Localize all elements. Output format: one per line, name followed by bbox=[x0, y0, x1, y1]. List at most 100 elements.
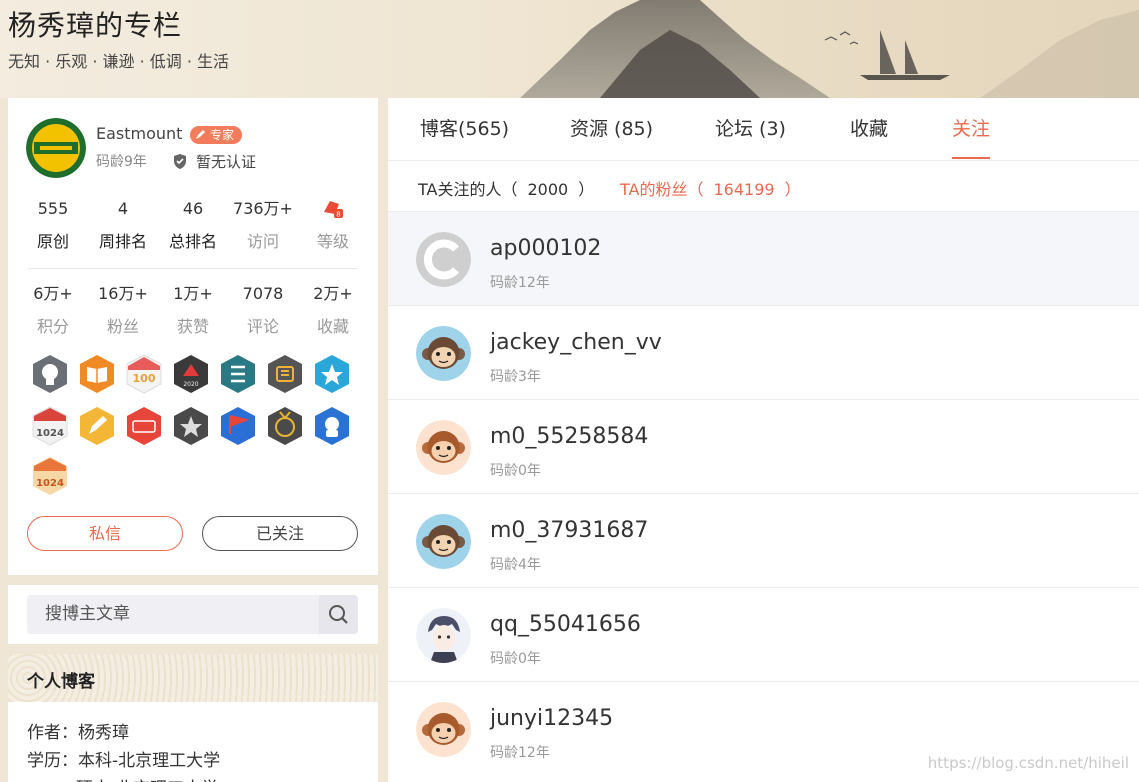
fans-count: 164199 bbox=[713, 180, 775, 199]
header-banner: 杨秀璋的专栏 无知 · 乐观 · 谦逊 · 低调 · 生活 bbox=[0, 0, 1139, 98]
tab-forum[interactable]: 论坛 (3) bbox=[715, 114, 786, 158]
badge-row-2: 1024 bbox=[30, 406, 360, 446]
stat-label: 原创 bbox=[36, 232, 69, 251]
tab-following[interactable]: 关注 bbox=[952, 114, 991, 159]
following-count: 2000 bbox=[527, 180, 569, 199]
stat-value: 7078 bbox=[242, 284, 284, 303]
subtab-following-suffix: ） bbox=[578, 180, 595, 199]
search-button[interactable] bbox=[319, 595, 358, 634]
hundred-badge-icon[interactable]: 100 bbox=[124, 354, 164, 394]
expert-badge: 专家 bbox=[190, 126, 243, 144]
2020-badge-icon[interactable]: 2020 bbox=[171, 354, 211, 394]
stat-favorites: 2万+ 收藏 bbox=[298, 283, 368, 337]
1024-badge-icon[interactable]: 1024 bbox=[30, 406, 70, 446]
expert-badge-label: 专家 bbox=[210, 128, 235, 142]
dark-star-badge-icon[interactable] bbox=[171, 406, 211, 446]
stat-original[interactable]: 555 原创 bbox=[18, 198, 88, 252]
csdn-logo-icon bbox=[416, 232, 471, 287]
user-avatar[interactable] bbox=[416, 326, 471, 381]
user-name[interactable]: m0_55258584 bbox=[490, 424, 648, 449]
stat-weekly-rank[interactable]: 4 周排名 bbox=[88, 198, 158, 252]
stat-label: 周排名 bbox=[98, 232, 147, 251]
medal-badge-icon[interactable] bbox=[265, 406, 305, 446]
column-badge-icon[interactable] bbox=[265, 354, 305, 394]
list-badge-icon[interactable] bbox=[218, 354, 258, 394]
search-icon bbox=[329, 605, 348, 624]
monkey-avatar-icon bbox=[416, 326, 471, 381]
list-item[interactable]: m0_37931687 码龄4年 bbox=[388, 493, 1139, 587]
stat-value: 6万+ bbox=[33, 284, 73, 303]
user-coding-age: 码龄3年 bbox=[490, 369, 541, 385]
tab-resources[interactable]: 资源 (85) bbox=[570, 114, 653, 158]
profile-avatar[interactable] bbox=[26, 118, 86, 178]
list-item[interactable]: m0_55258584 码龄0年 bbox=[388, 399, 1139, 493]
tab-blog[interactable]: 博客(565) bbox=[420, 114, 509, 158]
blog-card-title: 个人博客 bbox=[27, 672, 95, 692]
author-line: 作者：杨秀璋 bbox=[27, 723, 129, 743]
stat-label: 粉丝 bbox=[106, 317, 139, 336]
subtab-fans[interactable]: TA的粉丝（ 164199 ） bbox=[620, 176, 801, 200]
star-badge-icon[interactable] bbox=[312, 354, 352, 394]
user-avatar[interactable] bbox=[416, 232, 471, 287]
list-item[interactable]: qq_55041656 码龄0年 bbox=[388, 587, 1139, 681]
profile-card: Eastmount 专家 码龄9年 暂无认证 555 原创 4 周排名 46 总… bbox=[8, 98, 378, 575]
user-avatar[interactable] bbox=[416, 420, 471, 475]
stat-label: 等级 bbox=[316, 232, 349, 251]
stat-likes: 1万+ 获赞 bbox=[158, 283, 228, 337]
svg-text:1024: 1024 bbox=[36, 428, 64, 439]
github-badge-icon[interactable] bbox=[30, 354, 70, 394]
pen-badge-icon[interactable] bbox=[77, 406, 117, 446]
user-coding-age: 码龄12年 bbox=[490, 275, 550, 291]
flag-badge-icon[interactable] bbox=[218, 406, 258, 446]
tab-bar: 博客(565) 资源 (85) 论坛 (3) 收藏 关注 bbox=[388, 98, 1139, 161]
user-name[interactable]: ap000102 bbox=[490, 236, 601, 261]
svg-text:1024: 1024 bbox=[36, 478, 64, 489]
stat-label: 获赞 bbox=[176, 317, 209, 336]
stat-label: 评论 bbox=[246, 317, 279, 336]
followed-button[interactable]: 已关注 bbox=[202, 516, 358, 551]
list-item[interactable]: ap000102 码龄12年 bbox=[388, 211, 1139, 305]
astronaut-badge-icon[interactable] bbox=[312, 406, 352, 446]
stat-comments: 7078 评论 bbox=[228, 283, 298, 337]
stat-points: 6万+ 积分 bbox=[18, 283, 88, 337]
shield-icon bbox=[174, 154, 186, 169]
stat-level[interactable]: 8 等级 bbox=[298, 198, 368, 252]
stat-total-rank[interactable]: 46 总排名 bbox=[158, 198, 228, 252]
subtab-following[interactable]: TA关注的人（ 2000 ） bbox=[418, 176, 594, 200]
stat-label: 总排名 bbox=[168, 232, 217, 251]
private-message-button[interactable]: 私信 bbox=[27, 516, 183, 551]
stat-value: 16万+ bbox=[98, 284, 148, 303]
monkey-avatar-icon bbox=[416, 702, 471, 757]
blog-title: 杨秀璋的专栏 bbox=[8, 9, 183, 42]
stat-value: 555 bbox=[37, 199, 69, 218]
user-avatar[interactable] bbox=[416, 514, 471, 569]
personal-blog-card: 个人博客 作者：杨秀璋 学历：本科-北京理工大学 硕士-北京理工大学 bbox=[8, 654, 378, 782]
pen-icon bbox=[196, 130, 205, 139]
search-card: 搜博主文章 bbox=[8, 585, 378, 644]
user-name[interactable]: qq_55041656 bbox=[490, 612, 641, 637]
tab-favorites[interactable]: 收藏 bbox=[850, 114, 888, 158]
level-icon: 8 bbox=[298, 198, 368, 220]
stats-row-secondary: 6万+ 积分 16万+ 粉丝 1万+ 获赞 7078 评论 2万+ 收藏 bbox=[18, 283, 368, 337]
svg-text:2020: 2020 bbox=[183, 381, 198, 388]
user-name[interactable]: jackey_chen_vv bbox=[490, 330, 662, 355]
user-avatar[interactable] bbox=[416, 702, 471, 757]
svg-text:100: 100 bbox=[133, 372, 156, 385]
user-avatar[interactable] bbox=[416, 608, 471, 663]
stats-divider bbox=[28, 268, 358, 269]
1024-orange-badge-icon[interactable]: 1024 bbox=[30, 456, 70, 496]
search-input[interactable]: 搜博主文章 bbox=[27, 595, 319, 634]
user-name[interactable]: junyi12345 bbox=[490, 706, 613, 731]
profile-username[interactable]: Eastmount bbox=[96, 124, 182, 143]
user-coding-age: 码龄4年 bbox=[490, 557, 541, 573]
subtab-fans-prefix: TA的粉丝（ bbox=[620, 180, 704, 199]
user-name[interactable]: m0_37931687 bbox=[490, 518, 648, 543]
eastmount-logo-icon bbox=[26, 118, 86, 178]
stat-fans[interactable]: 16万+ 粉丝 bbox=[88, 283, 158, 337]
main-panel: 博客(565) 资源 (85) 论坛 (3) 收藏 关注 TA关注的人（ 2000… bbox=[388, 98, 1139, 782]
list-item[interactable]: jackey_chen_vv 码龄3年 bbox=[388, 305, 1139, 399]
stat-label: 积分 bbox=[36, 317, 69, 336]
book-badge-icon[interactable] bbox=[77, 354, 117, 394]
yuanli-badge-icon[interactable] bbox=[124, 406, 164, 446]
stat-value: 736万+ bbox=[233, 199, 293, 218]
